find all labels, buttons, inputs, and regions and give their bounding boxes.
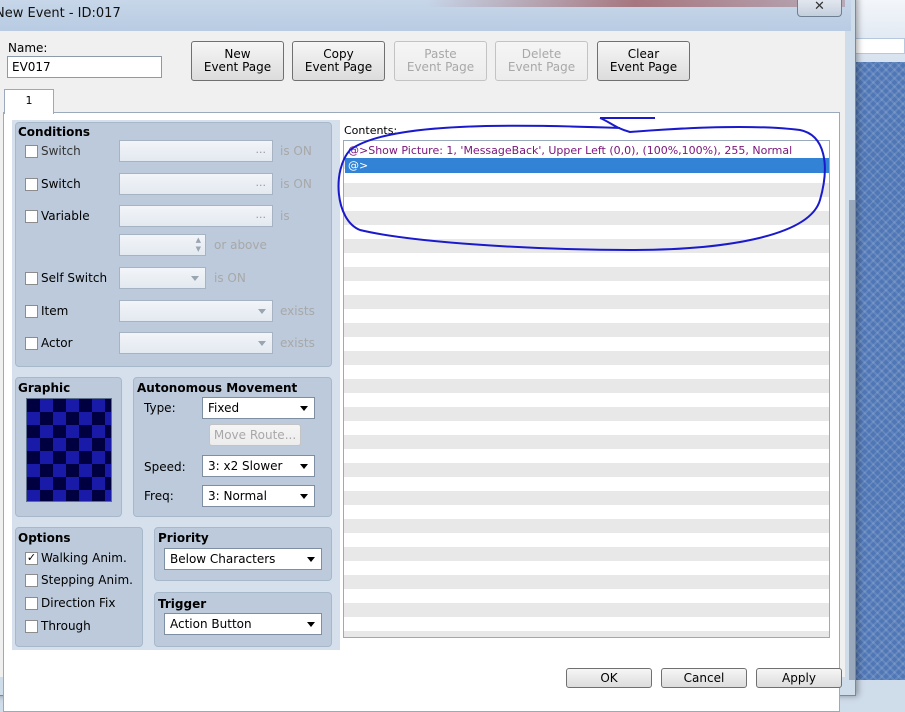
annotation-circle xyxy=(337,117,826,252)
variable-ellipsis: ... xyxy=(255,208,267,221)
actor-label: Actor xyxy=(41,336,73,350)
clear-event-page-button[interactable]: Clear Event Page xyxy=(597,41,690,81)
background-desktop xyxy=(850,0,905,680)
speed-label: Speed: xyxy=(144,460,186,474)
walking-anim-label: Walking Anim. xyxy=(41,551,127,565)
priority-value: Below Characters xyxy=(170,552,276,566)
self-switch-label: Self Switch xyxy=(41,271,108,285)
freq-value: 3: Normal xyxy=(208,489,267,503)
variable-label: Variable xyxy=(41,209,90,223)
spinner-arrows-icon: ▲ ▼ xyxy=(195,236,201,253)
paste-event-page-button[interactable]: Paste Event Page xyxy=(394,41,487,81)
or-above-label: or above xyxy=(214,238,267,252)
speed-value: 3: x2 Slower xyxy=(208,459,283,473)
scrollbar[interactable] xyxy=(849,200,855,680)
title-glow xyxy=(425,0,845,7)
variable-suffix: is xyxy=(280,209,290,223)
self-switch-suffix: is ON xyxy=(214,271,246,285)
autonomous-title: Autonomous Movement xyxy=(137,381,298,395)
self-switch-checkbox[interactable] xyxy=(25,272,38,285)
walking-anim-checkbox[interactable]: ✓ xyxy=(25,552,38,565)
conditions-title: Conditions xyxy=(18,125,91,139)
clear-button-line2: Event Page xyxy=(609,60,678,74)
background-field xyxy=(855,38,905,54)
switch1-suffix: is ON xyxy=(280,144,312,158)
delete-event-page-button[interactable]: Delete Event Page xyxy=(495,41,588,81)
direction-fix-checkbox[interactable] xyxy=(25,597,38,610)
item-select[interactable] xyxy=(119,300,273,322)
switch1-select[interactable]: ... xyxy=(119,140,273,162)
paste-button-line2: Event Page xyxy=(406,60,475,74)
actor-suffix: exists xyxy=(280,336,315,350)
stepping-anim-checkbox[interactable] xyxy=(25,574,38,587)
switch2-suffix: is ON xyxy=(280,177,312,191)
type-label: Type: xyxy=(144,401,176,415)
movement-type-value: Fixed xyxy=(208,401,240,415)
ok-button[interactable]: OK xyxy=(566,668,652,688)
new-event-page-button[interactable]: New Event Page xyxy=(191,41,284,81)
switch2-ellipsis: ... xyxy=(255,176,267,189)
priority-select[interactable]: Below Characters xyxy=(164,548,322,570)
direction-fix-label: Direction Fix xyxy=(41,596,116,610)
event-graphic-preview[interactable] xyxy=(26,398,112,502)
copy-event-page-button[interactable]: Copy Event Page xyxy=(292,41,385,81)
through-checkbox[interactable] xyxy=(25,620,38,633)
chevron-down-icon xyxy=(300,464,308,469)
copy-button-line2: Event Page xyxy=(304,60,373,74)
item-checkbox[interactable] xyxy=(25,305,38,318)
speed-select[interactable]: 3: x2 Slower xyxy=(202,455,315,477)
switch2-checkbox[interactable] xyxy=(25,178,38,191)
apply-button[interactable]: Apply xyxy=(756,668,842,688)
trigger-title: Trigger xyxy=(158,597,207,611)
freq-label: Freq: xyxy=(144,489,174,503)
chevron-down-icon xyxy=(300,406,308,411)
delete-button-line2: Event Page xyxy=(507,60,576,74)
switch2-select[interactable]: ... xyxy=(119,173,273,195)
options-title: Options xyxy=(18,531,71,545)
cancel-button[interactable]: Cancel xyxy=(661,668,747,688)
switch1-ellipsis: ... xyxy=(255,143,267,156)
chevron-down-icon xyxy=(191,276,199,281)
through-label: Through xyxy=(41,619,91,633)
item-suffix: exists xyxy=(280,304,315,318)
chevron-down-icon xyxy=(307,622,315,627)
actor-select[interactable] xyxy=(119,332,273,354)
chevron-down-icon xyxy=(300,494,308,499)
background-window-strip xyxy=(850,0,905,62)
title-bar: New Event - ID:017 ✕ xyxy=(0,0,851,31)
chevron-down-icon xyxy=(258,341,266,346)
name-label: Name: xyxy=(8,41,48,55)
tab-page-1[interactable]: 1 xyxy=(4,89,54,114)
variable-value-spinner[interactable]: ▲ ▼ xyxy=(119,234,206,256)
item-label: Item xyxy=(41,304,69,318)
chevron-down-icon xyxy=(307,557,315,562)
switch1-checkbox[interactable] xyxy=(25,145,38,158)
switch1-label: Switch xyxy=(41,144,81,158)
new-button-line2: Event Page xyxy=(203,60,272,74)
freq-select[interactable]: 3: Normal xyxy=(202,485,315,507)
movement-type-select[interactable]: Fixed xyxy=(202,397,315,419)
move-route-button[interactable]: Move Route... xyxy=(209,424,301,446)
window-title: New Event - ID:017 xyxy=(0,6,121,21)
trigger-select[interactable]: Action Button xyxy=(164,613,322,635)
actor-checkbox[interactable] xyxy=(25,337,38,350)
trigger-value: Action Button xyxy=(170,617,252,631)
close-button[interactable]: ✕ xyxy=(797,0,842,17)
variable-select[interactable]: ... xyxy=(119,205,273,227)
chevron-down-icon xyxy=(258,309,266,314)
graphic-title: Graphic xyxy=(18,381,71,395)
name-input[interactable]: EV017 xyxy=(7,56,162,78)
self-switch-select[interactable] xyxy=(119,267,206,289)
variable-checkbox[interactable] xyxy=(25,210,38,223)
priority-title: Priority xyxy=(158,531,209,545)
switch2-label: Switch xyxy=(41,177,81,191)
stepping-anim-label: Stepping Anim. xyxy=(41,573,133,587)
